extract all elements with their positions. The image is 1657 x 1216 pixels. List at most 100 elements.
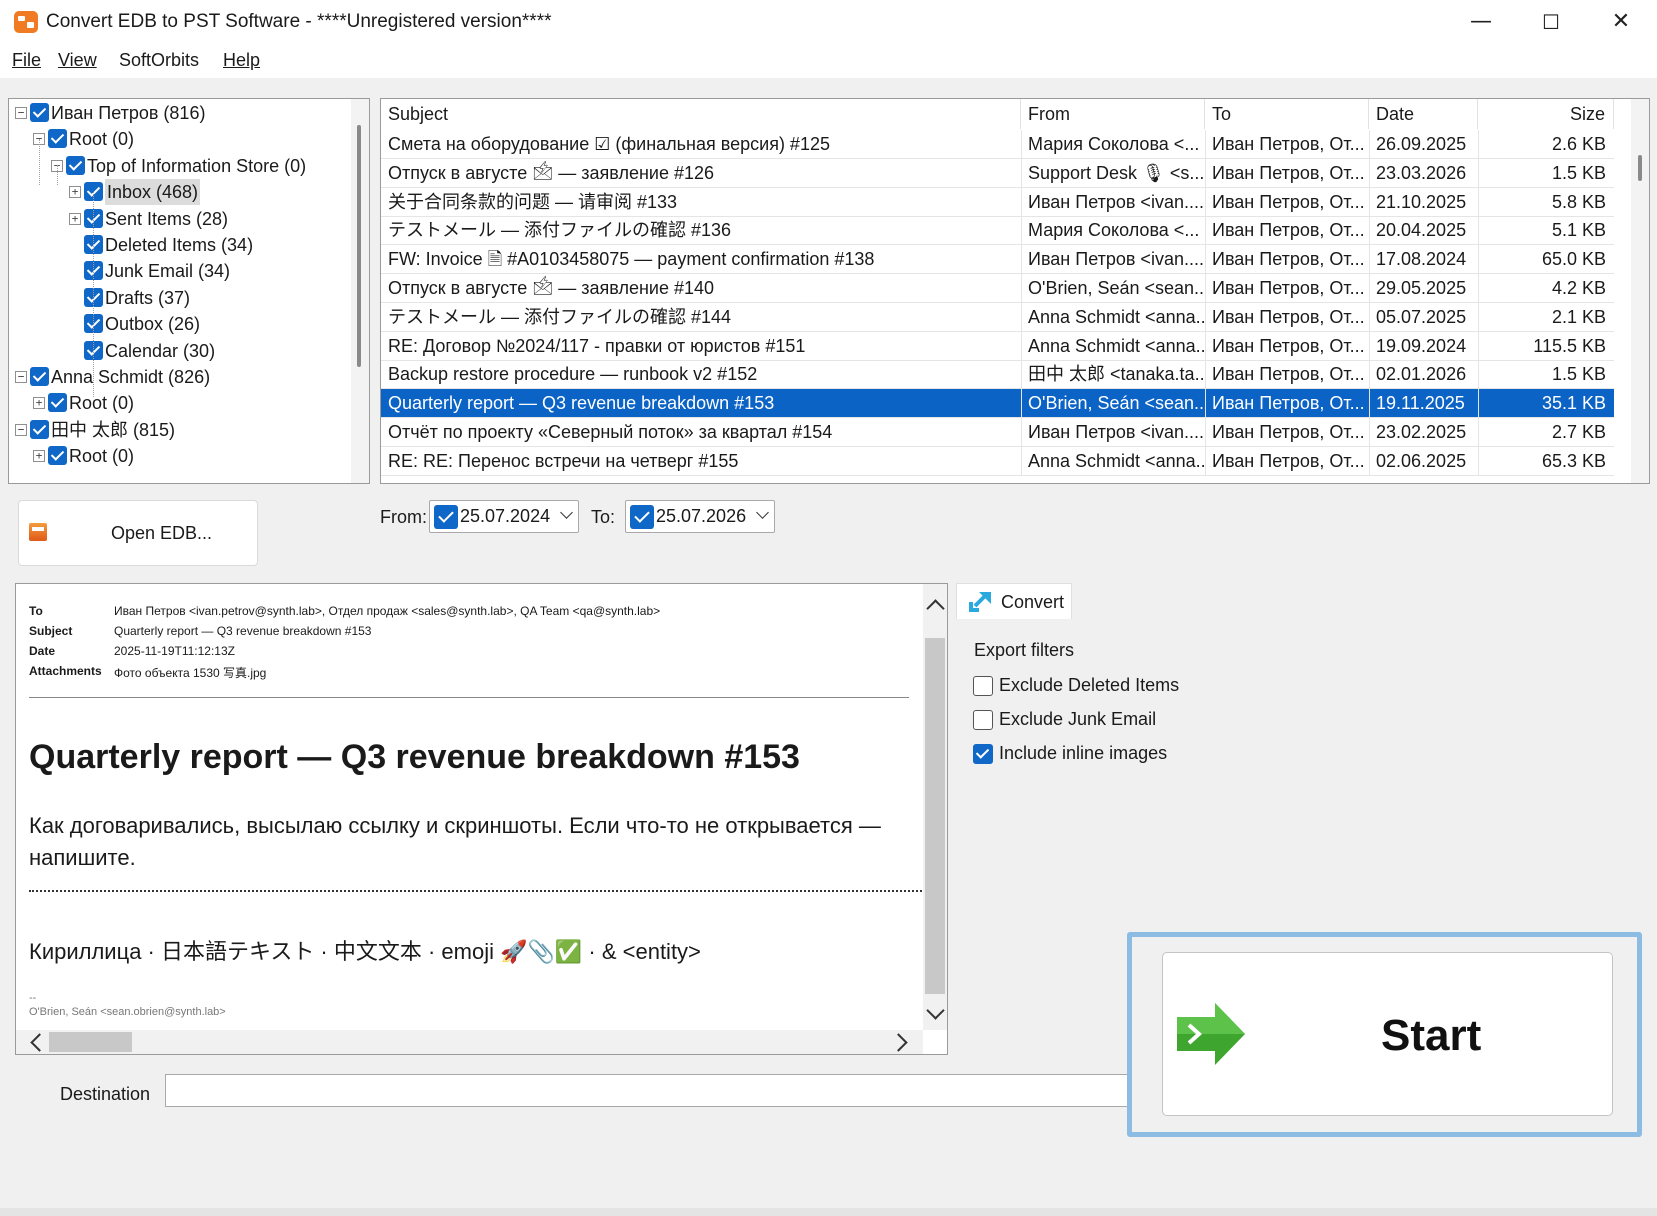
tree-node-checkbox[interactable]: [30, 367, 49, 386]
date-from-picker[interactable]: 25.07.2024: [429, 500, 579, 533]
chevron-down-icon[interactable]: [560, 506, 573, 519]
preview-vertical-thumb[interactable]: [925, 638, 945, 994]
open-edb-button[interactable]: Open EDB...: [18, 500, 258, 566]
preview-header-value: Иван Петров <ivan.petrov@synth.lab>, Отд…: [114, 604, 661, 618]
menu-file[interactable]: File: [12, 50, 41, 71]
tree-guide-line: [39, 139, 40, 185]
tree-node[interactable]: Junk Email (34): [9, 258, 349, 284]
message-list[interactable]: Subject From To Date Size Смета на оборудова…: [380, 98, 1650, 484]
tree-node[interactable]: Outbox (26): [9, 311, 349, 337]
export-filter-checkbox[interactable]: [973, 710, 993, 730]
tree-node-checkbox[interactable]: [48, 393, 67, 413]
menu-help[interactable]: Help: [223, 50, 260, 71]
column-from-cell: Мария Соколова <...: [1028, 220, 1200, 241]
tree-node-checkbox[interactable]: [30, 419, 49, 439]
expand-icon[interactable]: +: [33, 450, 45, 463]
column-separator: [1021, 331, 1022, 361]
export-filter-checkbox[interactable]: [973, 744, 993, 764]
tree-node-label: Calendar (30): [105, 340, 216, 361]
preview-horizontal-thumb[interactable]: [49, 1032, 132, 1052]
maximize-button[interactable]: ☐: [1516, 0, 1586, 44]
tree-scrollbar[interactable]: [351, 99, 369, 483]
date-to-picker[interactable]: 25.07.2026: [625, 500, 775, 533]
column-date-header[interactable]: Date: [1369, 99, 1478, 129]
tree-node[interactable]: + Inbox (468): [9, 179, 349, 206]
expand-icon[interactable]: +: [69, 186, 81, 199]
column-separator: [1205, 187, 1206, 217]
preview-vertical-scrollbar[interactable]: [923, 584, 947, 1030]
preview-header-key: Attachments: [29, 664, 102, 678]
tree-node-checkbox[interactable]: [30, 103, 49, 122]
destination-input[interactable]: [165, 1074, 1133, 1107]
tree-node[interactable]: − Root (0): [9, 126, 349, 152]
tree-node[interactable]: + Sent Items (28): [9, 206, 349, 232]
message-row[interactable]: 关于合同条款的问题 — 请审阅 #133 Иван Петров <ivan...…: [381, 187, 1614, 217]
message-row[interactable]: Отпуск в августе 🖄 — заявление #126 Suppo…: [381, 158, 1614, 188]
tab-convert[interactable]: Convert: [956, 583, 1072, 619]
tree-node[interactable]: − Top of Information Store (0): [9, 153, 349, 179]
menu-view[interactable]: View: [58, 50, 97, 71]
message-list-scrollbar[interactable]: [1631, 99, 1649, 483]
close-button[interactable]: ✕: [1586, 0, 1656, 44]
column-separator: [1205, 158, 1206, 188]
tree-node-checkbox[interactable]: [48, 446, 67, 466]
tree-node-checkbox[interactable]: [66, 155, 85, 175]
scroll-right-icon[interactable]: [889, 1033, 908, 1052]
column-separator: [1205, 245, 1206, 275]
column-from-header[interactable]: From: [1021, 99, 1205, 129]
minimize-button[interactable]: —: [1446, 0, 1516, 44]
preview-horizontal-scrollbar[interactable]: [16, 1030, 923, 1054]
column-size-header[interactable]: Size: [1478, 99, 1614, 129]
tree-node[interactable]: Drafts (37): [9, 285, 349, 311]
message-row[interactable]: RE: Договор №2024/117 - правки от юристо…: [381, 331, 1614, 361]
tree-scroll-thumb[interactable]: [357, 125, 361, 367]
scroll-up-icon[interactable]: [926, 599, 945, 618]
scroll-left-icon[interactable]: [30, 1033, 49, 1052]
message-row[interactable]: Backup restore procedure — runbook v2 #1…: [381, 360, 1614, 390]
tree-node[interactable]: − Anna Schmidt (826): [9, 364, 349, 390]
message-row[interactable]: テストメール — 添付ファイルの確認 #144 Anna Schmidt <ann…: [381, 302, 1614, 332]
window-title: Convert EDB to PST Software - ****Unregi…: [46, 11, 552, 32]
expand-icon[interactable]: +: [33, 397, 45, 410]
export-filter-checkbox[interactable]: [973, 676, 993, 696]
column-to-header[interactable]: To: [1205, 99, 1369, 129]
message-row[interactable]: Отчёт по проекту «Северный поток» за ква…: [381, 418, 1614, 447]
tree-node[interactable]: + Root (0): [9, 443, 349, 469]
column-separator: [1205, 418, 1206, 447]
collapse-icon[interactable]: −: [15, 107, 27, 119]
date-to-checkbox[interactable]: [630, 505, 654, 529]
preview-mixed-text: Кириллица · 日本語テキスト · 中文文本 · emoji 🚀📎✅ ·…: [29, 939, 701, 964]
column-subject-cell: Quarterly report — Q3 revenue breakdown …: [388, 393, 775, 414]
collapse-icon[interactable]: −: [15, 423, 27, 436]
message-row[interactable]: テストメール — 添付ファイルの確認 #136 Мария Соколова <.…: [381, 216, 1614, 246]
message-row[interactable]: FW: Invoice 🗎 #A0103458075 — payment con…: [381, 245, 1614, 275]
tree-node-checkbox[interactable]: [48, 129, 67, 149]
message-row[interactable]: Смета на оборудование ☑ (финальная верси…: [381, 130, 1614, 159]
column-subject-cell: Backup restore procedure — runbook v2 #1…: [388, 364, 758, 385]
message-row[interactable]: Quarterly report — Q3 revenue breakdown …: [381, 389, 1614, 419]
column-date-cell: 05.07.2025: [1376, 306, 1467, 327]
tree-node[interactable]: + Root (0): [9, 390, 349, 416]
scroll-down-icon[interactable]: [926, 1001, 945, 1020]
preview-header-key: To: [29, 604, 43, 618]
date-from-checkbox[interactable]: [434, 505, 458, 529]
column-subject-header[interactable]: Subject: [381, 99, 1021, 129]
start-button[interactable]: Start: [1162, 952, 1613, 1116]
folder-tree[interactable]: − Иван Петров (816) − Root (0) − Top of Infor…: [8, 98, 370, 484]
tree-node[interactable]: − Иван Петров (816): [9, 100, 349, 126]
tree-node[interactable]: − 田中 太郎 (815): [9, 417, 349, 443]
tree-node[interactable]: Calendar (30): [9, 338, 349, 364]
message-preview[interactable]: To Иван Петров <ivan.petrov@synth.lab>, О…: [15, 583, 948, 1055]
menu-softorbits[interactable]: SoftOrbits: [119, 50, 199, 71]
chevron-down-icon[interactable]: [756, 506, 769, 519]
collapse-icon[interactable]: −: [15, 371, 27, 383]
message-list-scroll-thumb[interactable]: [1638, 155, 1642, 181]
message-row[interactable]: RE: RE: Перенос встречи на четверг #155 A…: [381, 446, 1614, 476]
expand-icon[interactable]: +: [69, 212, 81, 225]
tree-node[interactable]: Deleted Items (34): [9, 232, 349, 258]
column-separator: [1478, 418, 1479, 447]
column-from-cell: Anna Schmidt <anna...: [1028, 335, 1205, 356]
message-row[interactable]: Отпуск в августе 🖄 — заявление #140 O'Bri…: [381, 274, 1614, 303]
column-date-cell: 17.08.2024: [1376, 249, 1467, 270]
column-to-cell: Иван Петров, От...: [1212, 422, 1365, 442]
